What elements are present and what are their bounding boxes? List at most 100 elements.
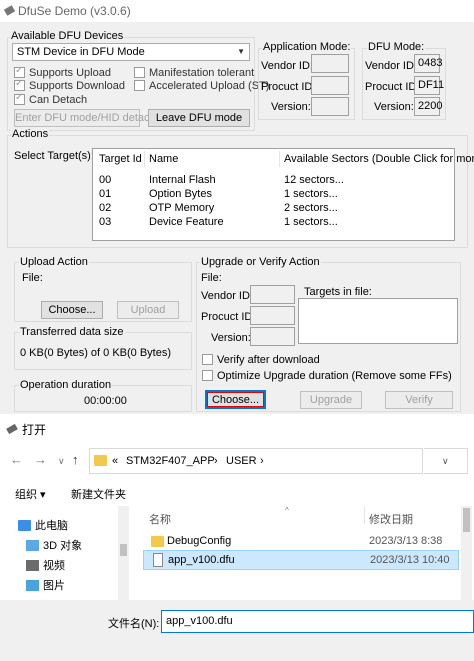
actions-group-legend: Actions xyxy=(11,128,50,140)
verify-after-download-checkbox[interactable]: Verify after download xyxy=(202,354,320,366)
manifestation-tolerant-checkbox[interactable]: Manifestation tolerant xyxy=(134,67,254,79)
checkbox-label: Verify after download xyxy=(217,354,320,366)
filename-label: 文件名(N): xyxy=(108,618,160,630)
video-icon xyxy=(26,560,39,571)
targets-in-file-list[interactable] xyxy=(298,298,458,344)
app-product-field xyxy=(311,76,349,95)
tree-item-label: 3D 对象 xyxy=(43,540,83,552)
tree-item-label: 此电脑 xyxy=(35,520,68,532)
file-date: 2023/3/13 8:38 xyxy=(369,535,443,547)
checkbox-label: Manifestation tolerant xyxy=(149,67,255,79)
select-targets-label: Select Target(s): xyxy=(14,150,94,162)
column-separator xyxy=(364,506,365,524)
3d-objects-icon xyxy=(26,540,39,551)
verify-button[interactable]: Verify xyxy=(385,391,453,409)
upgrade-vendor-field xyxy=(250,285,295,304)
upgrade-product-label: Procuct ID: xyxy=(201,311,256,323)
operation-duration-value: 00:00:00 xyxy=(84,395,127,407)
devices-group-legend: Available DFU Devices xyxy=(10,30,125,42)
organize-menu[interactable]: 组织 ▾ xyxy=(15,486,46,502)
targets-col-sectors: Available Sectors (Double Click for more… xyxy=(284,153,474,165)
pictures-icon xyxy=(26,580,39,591)
tree-item-videos[interactable]: 视频 xyxy=(26,557,65,573)
target-sectors: 1 sectors... xyxy=(284,216,338,228)
dfu-vendor-label: Vendor ID: xyxy=(365,60,417,72)
chevron-down-icon: ▼ xyxy=(237,47,245,56)
file-icon xyxy=(153,553,163,567)
device-select[interactable]: STM Device in DFU Mode ▼ xyxy=(12,43,250,61)
checkbox-box xyxy=(134,67,145,78)
checkbox-label: Optimize Upgrade duration (Remove some F… xyxy=(217,370,452,382)
folder-icon xyxy=(94,455,107,466)
upgrade-version-label: Version: xyxy=(211,332,251,344)
checkbox-label: Can Detach xyxy=(29,94,88,106)
forward-arrow-icon[interactable]: → xyxy=(34,452,47,467)
dialog-title: 打开 xyxy=(22,423,47,437)
address-bar[interactable]: « STM32F407_APP › USER › xyxy=(89,448,423,474)
open-file-dialog: 打开 ← → ∨ ↑ « STM32F407_APP › USER › ∨ 组织… xyxy=(0,414,474,661)
app-vendor-field xyxy=(311,54,349,73)
computer-icon xyxy=(18,520,31,531)
column-header-modified[interactable]: 修改日期 xyxy=(369,511,413,527)
dfu-version-label: Version: xyxy=(374,101,414,113)
enter-dfu-button[interactable]: Enter DFU mode/HID detach xyxy=(14,109,156,127)
accelerated-upload-checkbox[interactable]: Accelerated Upload (ST) xyxy=(134,80,269,92)
target-id: 02 xyxy=(99,202,112,214)
upload-choose-button[interactable]: Choose... xyxy=(41,301,103,319)
upgrade-vendor-label: Vendor ID: xyxy=(201,290,253,302)
checkbox-box xyxy=(202,370,213,381)
chevron-down-icon: ∨ xyxy=(442,456,449,466)
file-list-scrollbar-thumb[interactable] xyxy=(463,508,470,532)
tree-scrollbar[interactable] xyxy=(118,506,129,600)
transferred-value: 0 KB(0 Bytes) of 0 KB(0 Bytes) xyxy=(20,347,172,359)
tree-scrollbar-thumb[interactable] xyxy=(120,544,127,556)
breadcrumb-item-stm32f407-app[interactable]: STM32F407_APP xyxy=(126,455,215,467)
checkbox-label: Supports Download xyxy=(29,80,126,92)
tree-item-this-pc[interactable]: 此电脑 xyxy=(18,517,68,533)
folder-icon xyxy=(151,536,164,547)
tree-item-pictures[interactable]: 图片 xyxy=(26,577,65,593)
upload-action-legend: Upload Action xyxy=(19,256,89,268)
filename-input[interactable]: app_v100.dfu xyxy=(161,610,474,633)
target-name: Device Feature xyxy=(149,216,224,228)
upload-button[interactable]: Upload xyxy=(117,301,179,319)
upgrade-verify-legend: Upgrade or Verify Action xyxy=(200,256,321,268)
target-id: 00 xyxy=(99,174,112,186)
optimize-upgrade-checkbox[interactable]: Optimize Upgrade duration (Remove some F… xyxy=(202,370,452,382)
upload-file-label: File: xyxy=(22,272,43,284)
supports-upload-checkbox[interactable]: Supports Upload xyxy=(14,65,111,79)
file-name: DebugConfig xyxy=(167,535,232,547)
up-arrow-icon[interactable]: ↑ xyxy=(72,452,79,467)
recent-locations-chevron-icon[interactable]: ∨ xyxy=(58,456,65,467)
file-list-scrollbar[interactable] xyxy=(461,506,472,600)
dfu-product-label: Procuct ID: xyxy=(365,81,420,93)
application-mode-legend: Application Mode: xyxy=(262,41,352,53)
app-product-label: Procuct ID: xyxy=(261,81,316,93)
filename-value: app_v100.dfu xyxy=(166,615,233,627)
breadcrumb-item-user[interactable]: USER xyxy=(226,455,257,467)
upgrade-button[interactable]: Upgrade xyxy=(300,391,362,409)
breadcrumb-separator-icon: › xyxy=(260,455,264,467)
column-separator xyxy=(279,151,280,167)
window-title: DfuSe Demo (v3.0.6) xyxy=(18,4,131,18)
tree-item-label: 图片 xyxy=(43,580,65,592)
breadcrumb-overflow[interactable]: « xyxy=(112,455,118,467)
breadcrumb-separator: › xyxy=(214,455,218,467)
target-name: Internal Flash xyxy=(149,174,216,186)
dfu-product-field: DF11 xyxy=(414,76,444,95)
column-header-name[interactable]: 名称 xyxy=(149,511,171,527)
checkbox-box xyxy=(14,78,25,91)
can-detach-checkbox[interactable]: Can Detach xyxy=(14,92,88,106)
upgrade-choose-button[interactable]: Choose... xyxy=(205,390,266,409)
back-arrow-icon[interactable]: ← xyxy=(10,452,23,467)
target-sectors: 12 sectors... xyxy=(284,174,344,186)
new-folder-button[interactable]: 新建文件夹 xyxy=(71,486,126,502)
file-date: 2023/3/13 10:40 xyxy=(370,554,450,566)
list-item[interactable]: app_v100.dfu 2023/3/13 10:40 xyxy=(143,550,459,570)
leave-dfu-button[interactable]: Leave DFU mode xyxy=(148,109,250,127)
supports-download-checkbox[interactable]: Supports Download xyxy=(14,78,126,92)
tree-item-3d-objects[interactable]: 3D 对象 xyxy=(26,537,82,553)
upgrade-product-field xyxy=(250,306,295,325)
list-item[interactable]: DebugConfig 2023/3/13 8:38 xyxy=(143,532,459,552)
address-dropdown[interactable]: ∨ xyxy=(424,448,468,474)
